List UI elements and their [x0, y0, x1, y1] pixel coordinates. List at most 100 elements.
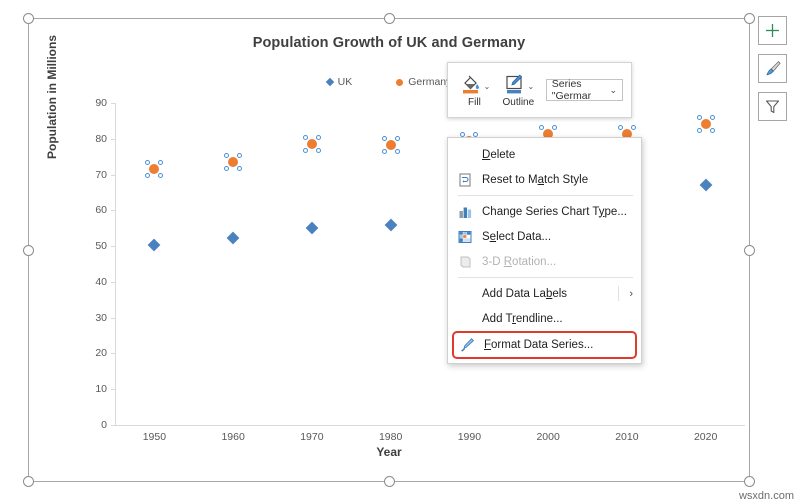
x-tick-label: 2000	[536, 431, 559, 443]
data-point-uk[interactable]	[148, 239, 161, 252]
chart-elements-button[interactable]	[758, 16, 787, 45]
x-tick-label: 2020	[694, 431, 717, 443]
data-point-selection-handle[interactable]	[539, 125, 544, 130]
plus-icon	[764, 22, 781, 39]
context-menu-item-select-data[interactable]: Select Data...	[448, 224, 641, 249]
y-tick-label: 80	[81, 133, 107, 145]
data-point-selection-handle[interactable]	[316, 148, 321, 153]
context-menu-item-label: Reset to Match Style	[482, 174, 588, 186]
context-menu-item-label: Delete	[482, 149, 515, 161]
brush-icon	[763, 59, 782, 78]
chart-filters-button[interactable]	[758, 92, 787, 121]
data-point-germany[interactable]	[307, 139, 317, 149]
data-point-germany-marker	[386, 140, 396, 150]
chart-side-buttons	[758, 16, 787, 121]
chart-styles-button[interactable]	[758, 54, 787, 83]
data-point-selection-handle[interactable]	[552, 125, 557, 130]
outline-caret-icon[interactable]: ⌄	[527, 83, 534, 96]
data-point-selection-handle[interactable]	[710, 115, 715, 120]
context-menu-item-add-data-labels[interactable]: Add Data Labels›	[448, 281, 641, 306]
context-menu-item-delete[interactable]: Delete	[448, 142, 641, 167]
series-selector-caret-icon[interactable]: ⌄	[609, 85, 617, 96]
data-point-selection-handle[interactable]	[224, 153, 229, 158]
data-point-selection-handle[interactable]	[158, 173, 163, 178]
data-point-selection-handle[interactable]	[145, 160, 150, 165]
fill-caret-icon[interactable]: ⌄	[484, 83, 491, 96]
data-point-uk[interactable]	[306, 221, 319, 234]
fill-label: Fill	[468, 97, 481, 108]
data-point-selection-handle[interactable]	[395, 149, 400, 154]
data-point-selection-handle[interactable]	[303, 148, 308, 153]
y-tick-label: 10	[81, 383, 107, 395]
mini-toolbar[interactable]: ⌄ Fill ⌄ Outline Series "Germar ⌄	[447, 62, 632, 118]
data-point-selection-handle[interactable]	[697, 115, 702, 120]
data-point-germany-marker	[307, 139, 317, 149]
legend-item-uk[interactable]: UK	[327, 76, 353, 88]
chart-handle-middle-left[interactable]	[23, 245, 34, 256]
y-axis-line	[115, 103, 116, 426]
x-axis-title: Year	[29, 445, 749, 459]
chart-handle-bottom-center[interactable]	[384, 476, 395, 487]
context-menu-separator	[458, 277, 633, 278]
data-point-uk[interactable]	[384, 218, 397, 231]
data-point-selection-handle[interactable]	[237, 153, 242, 158]
context-menu[interactable]: Delete Reset to Match Style Change Series …	[447, 137, 642, 364]
data-point-selection-handle[interactable]	[382, 136, 387, 141]
rotation-icon	[457, 254, 473, 270]
y-tick-label: 20	[81, 347, 107, 359]
data-point-germany[interactable]	[701, 119, 711, 129]
context-menu-item-format-data-series[interactable]: Format Data Series...	[452, 331, 637, 359]
data-point-uk[interactable]	[699, 178, 712, 191]
data-point-selection-handle[interactable]	[710, 128, 715, 133]
y-tick-mark	[111, 353, 115, 354]
chart-handle-bottom-left[interactable]	[23, 476, 34, 487]
x-tick-label: 1970	[300, 431, 323, 443]
outline-tool[interactable]: ⌄ Outline	[500, 72, 537, 108]
chart-handle-middle-right[interactable]	[744, 245, 755, 256]
legend-item-germany[interactable]: Germany	[396, 76, 451, 88]
chart-handle-top-left[interactable]	[23, 13, 34, 24]
data-point-selection-handle[interactable]	[303, 135, 308, 140]
context-menu-item-reset-to-match-style[interactable]: Reset to Match Style	[448, 167, 641, 192]
data-point-selection-handle[interactable]	[382, 149, 387, 154]
data-point-selection-handle[interactable]	[158, 160, 163, 165]
reset-style-icon	[457, 172, 473, 188]
context-menu-item-change-series-chart-type[interactable]: Change Series Chart Type...	[448, 199, 641, 224]
y-tick-mark	[111, 246, 115, 247]
context-menu-separator	[458, 195, 633, 196]
y-tick-label: 60	[81, 204, 107, 216]
chart-title: Population Growth of UK and Germany	[29, 35, 749, 51]
data-point-germany[interactable]	[228, 157, 238, 167]
x-axis-line	[115, 425, 745, 426]
data-point-selection-handle[interactable]	[237, 166, 242, 171]
data-point-selection-handle[interactable]	[145, 173, 150, 178]
data-point-selection-handle[interactable]	[395, 136, 400, 141]
no-icon-placeholder	[454, 309, 476, 329]
y-tick-mark	[111, 425, 115, 426]
select-data-icon	[457, 229, 473, 245]
data-point-selection-handle[interactable]	[618, 125, 623, 130]
data-point-uk[interactable]	[227, 232, 240, 245]
context-menu-item-add-trendline[interactable]: Add Trendline...	[448, 306, 641, 331]
fill-tool[interactable]: ⌄ Fill	[456, 72, 493, 108]
chart-handle-top-center[interactable]	[384, 13, 395, 24]
chart-handle-top-right[interactable]	[744, 13, 755, 24]
series-selector-dropdown[interactable]: Series "Germar ⌄	[546, 79, 623, 101]
x-tick-label: 1960	[221, 431, 244, 443]
data-point-selection-handle[interactable]	[631, 125, 636, 130]
chart-handle-bottom-right[interactable]	[744, 476, 755, 487]
select-data-icon	[454, 227, 476, 247]
y-tick-mark	[111, 175, 115, 176]
chart-legend: UK Germany	[29, 76, 749, 88]
data-point-germany[interactable]	[386, 140, 396, 150]
data-point-selection-handle[interactable]	[224, 166, 229, 171]
screenshot-root: Population Growth of UK and Germany UK G…	[0, 0, 800, 504]
outline-label: Outline	[502, 97, 534, 108]
x-tick-label: 1990	[458, 431, 481, 443]
data-point-germany[interactable]	[149, 164, 159, 174]
bar-chart-icon	[454, 202, 476, 222]
data-point-selection-handle[interactable]	[316, 135, 321, 140]
data-point-selection-handle[interactable]	[697, 128, 702, 133]
chevron-right-icon[interactable]: ›	[629, 288, 633, 300]
y-tick-label: 90	[81, 97, 107, 109]
